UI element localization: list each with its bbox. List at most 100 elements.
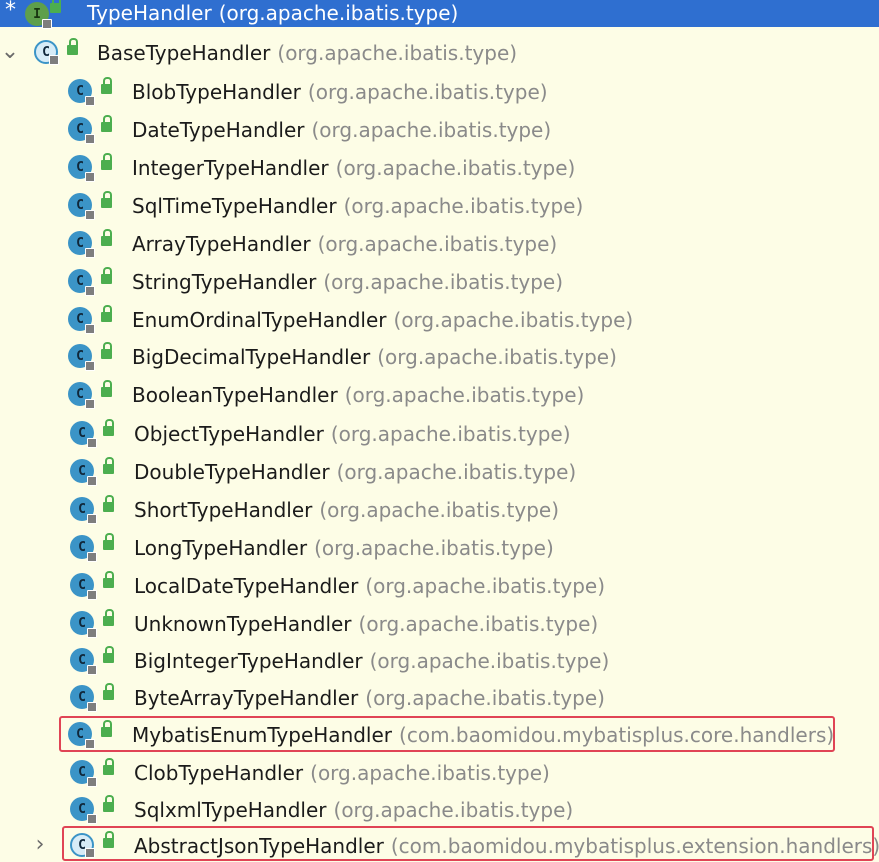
lock-icon <box>103 831 114 848</box>
tree-row-item[interactable]: C StringTypeHandler (org.apache.ibatis.typ… <box>0 262 879 300</box>
tree-row-package: (org.apache.ibatis.type) <box>343 194 584 218</box>
tree-row-name: LongTypeHandler <box>134 536 308 560</box>
tree-row-name: ShortTypeHandler <box>134 498 313 522</box>
tree-row-package: (org.apache.ibatis.type) <box>393 308 634 332</box>
class-icon: C <box>68 307 95 334</box>
tree-row-name: DoubleTypeHandler <box>134 460 330 484</box>
tree-row-package: (org.apache.ibatis.type) <box>317 232 558 256</box>
lock-icon <box>103 457 114 474</box>
tree-row-name: SqlxmlTypeHandler <box>134 798 327 822</box>
tree-row-package: (org.apache.ibatis.type) <box>336 460 577 484</box>
tree-row-item[interactable]: C BigDecimalTypeHandler (org.apache.ibatis… <box>0 337 879 375</box>
tree-row-name: LocalDateTypeHandler <box>134 574 359 598</box>
tree-row-item[interactable]: C BlobTypeHandler (org.apache.ibatis.type) <box>0 72 879 110</box>
lock-icon <box>101 380 112 397</box>
lock-icon <box>103 683 114 700</box>
tree-row-item[interactable]: C ArrayTypeHandler (org.apache.ibatis.type… <box>0 224 879 262</box>
tree-row-name: SqlTimeTypeHandler <box>132 194 337 218</box>
tree-row-package: (org.apache.ibatis.type) <box>314 536 554 560</box>
tree-row-item[interactable]: C UnknownTypeHandler (org.apache.ibatis.ty… <box>0 604 879 642</box>
tree-row-item[interactable]: C ObjectTypeHandler (org.apache.ibatis.typ… <box>0 414 879 452</box>
tree-row-item[interactable]: C DateTypeHandler (org.apache.ibatis.type) <box>0 110 879 148</box>
tree-row-item[interactable]: C SqlTimeTypeHandler (org.apache.ibatis.ty… <box>0 186 879 224</box>
tree-row-item[interactable]: C ShortTypeHandler (org.apache.ibatis.type… <box>0 490 879 528</box>
tree-row-name: ArrayTypeHandler <box>132 232 311 256</box>
tree-row-package: (org.apache.ibatis.type) <box>333 798 574 822</box>
lock-icon <box>101 77 112 94</box>
tree-row-item[interactable]: C ByteArrayTypeHandler (org.apache.ibatis.… <box>0 678 879 716</box>
tree-row-name: BaseTypeHandler <box>97 41 271 65</box>
class-icon: C <box>68 117 95 144</box>
tree-row-item[interactable]: C EnumOrdinalTypeHandler (org.apache.ibati… <box>0 300 879 338</box>
chevron-down-icon[interactable]: ⌄ <box>0 39 20 64</box>
tree-row-package: (org.apache.ibatis.type) <box>310 761 550 785</box>
lock-icon <box>101 342 112 359</box>
tree-row-name: ClobTypeHandler <box>134 761 304 785</box>
tree-row-name: ObjectTypeHandler <box>134 422 324 446</box>
tree-row-package: (org.apache.ibatis.type) <box>377 345 617 369</box>
tree-row-name: MybatisEnumTypeHandler <box>132 723 393 747</box>
tree-row-package: (com.baomidou.mybatisplus.core.handlers) <box>399 723 835 747</box>
chevron-right-icon[interactable]: › <box>30 832 50 857</box>
lock-icon <box>50 0 61 13</box>
lock-icon <box>101 229 112 246</box>
lock-icon <box>67 38 78 55</box>
lock-icon <box>103 758 114 775</box>
interface-icon: I <box>25 2 52 29</box>
class-icon: C <box>68 155 95 182</box>
tree-row-package: (org.apache.ibatis.type) <box>358 612 599 636</box>
abstract-class-icon: C <box>70 833 95 858</box>
tree-row-root[interactable]: * I TypeHandler (org.apache.ibatis.type) <box>0 0 879 29</box>
tree-row-name: TypeHandler <box>87 1 212 25</box>
tree-row-package: (org.apache.ibatis.type) <box>218 1 459 25</box>
tree-row-item[interactable]: C LocalDateTypeHandler (org.apache.ibatis.… <box>0 566 879 604</box>
tree-row-item[interactable]: › C AbstractJsonTypeHandler (com.baomidou.m… <box>0 826 879 862</box>
tree-row-package: (org.apache.ibatis.type) <box>344 383 585 407</box>
abstract-class-icon: C <box>34 40 59 65</box>
lock-icon <box>101 305 112 322</box>
tree-row-base[interactable]: ⌄ C BaseTypeHandler (org.apache.ibatis.t… <box>0 33 879 71</box>
class-icon: C <box>70 535 97 562</box>
tree-row-name: DateTypeHandler <box>132 118 305 142</box>
lock-icon <box>103 495 114 512</box>
class-icon: C <box>70 685 97 712</box>
tree-row-item[interactable]: C BigIntegerTypeHandler (org.apache.ibatis… <box>0 641 879 679</box>
lock-icon <box>103 533 114 550</box>
tree-row-item[interactable]: C MybatisEnumTypeHandler (com.baomidou.myb… <box>0 715 879 753</box>
tree-row-name: StringTypeHandler <box>132 270 317 294</box>
class-icon: C <box>68 79 95 106</box>
tree-row-package: (org.apache.ibatis.type) <box>307 80 548 104</box>
class-icon: C <box>68 344 95 371</box>
tree-row-name: BigIntegerTypeHandler <box>134 649 363 673</box>
class-icon: C <box>70 797 97 824</box>
tree-row-name: ByteArrayTypeHandler <box>134 686 359 710</box>
tree-row-package: (org.apache.ibatis.type) <box>319 498 560 522</box>
class-icon: C <box>68 269 95 296</box>
tree-row-package: (org.apache.ibatis.type) <box>369 649 610 673</box>
tree-row-item[interactable]: C BooleanTypeHandler (org.apache.ibatis.ty… <box>0 375 879 413</box>
tree-row-package: (org.apache.ibatis.type) <box>323 270 564 294</box>
lock-icon <box>101 115 112 132</box>
class-icon: C <box>70 611 97 638</box>
tree-row-item[interactable]: C ClobTypeHandler (org.apache.ibatis.type) <box>0 753 879 791</box>
lock-icon <box>103 571 114 588</box>
lock-icon <box>101 267 112 284</box>
class-icon: C <box>68 193 95 220</box>
class-icon: C <box>70 497 97 524</box>
star-marker: * <box>5 0 16 23</box>
class-icon: C <box>70 573 97 600</box>
tree-row-name: IntegerTypeHandler <box>132 156 329 180</box>
tree-row-item[interactable]: C SqlxmlTypeHandler (org.apache.ibatis.typ… <box>0 790 879 828</box>
tree-row-package: (org.apache.ibatis.type) <box>311 118 552 142</box>
lock-icon <box>103 646 114 663</box>
tree-row-name: EnumOrdinalTypeHandler <box>132 308 387 332</box>
tree-row-item[interactable]: C LongTypeHandler (org.apache.ibatis.type) <box>0 528 879 566</box>
type-hierarchy-tree: * I TypeHandler (org.apache.ibatis.type)… <box>0 0 879 862</box>
lock-icon <box>103 419 114 436</box>
tree-row-item[interactable]: C DoubleTypeHandler (org.apache.ibatis.typ… <box>0 452 879 490</box>
tree-row-item[interactable]: C IntegerTypeHandler (org.apache.ibatis.ty… <box>0 148 879 186</box>
lock-icon <box>101 153 112 170</box>
tree-row-name: BlobTypeHandler <box>132 80 301 104</box>
tree-row-package: (org.apache.ibatis.type) <box>365 574 605 598</box>
class-icon: C <box>70 421 97 448</box>
